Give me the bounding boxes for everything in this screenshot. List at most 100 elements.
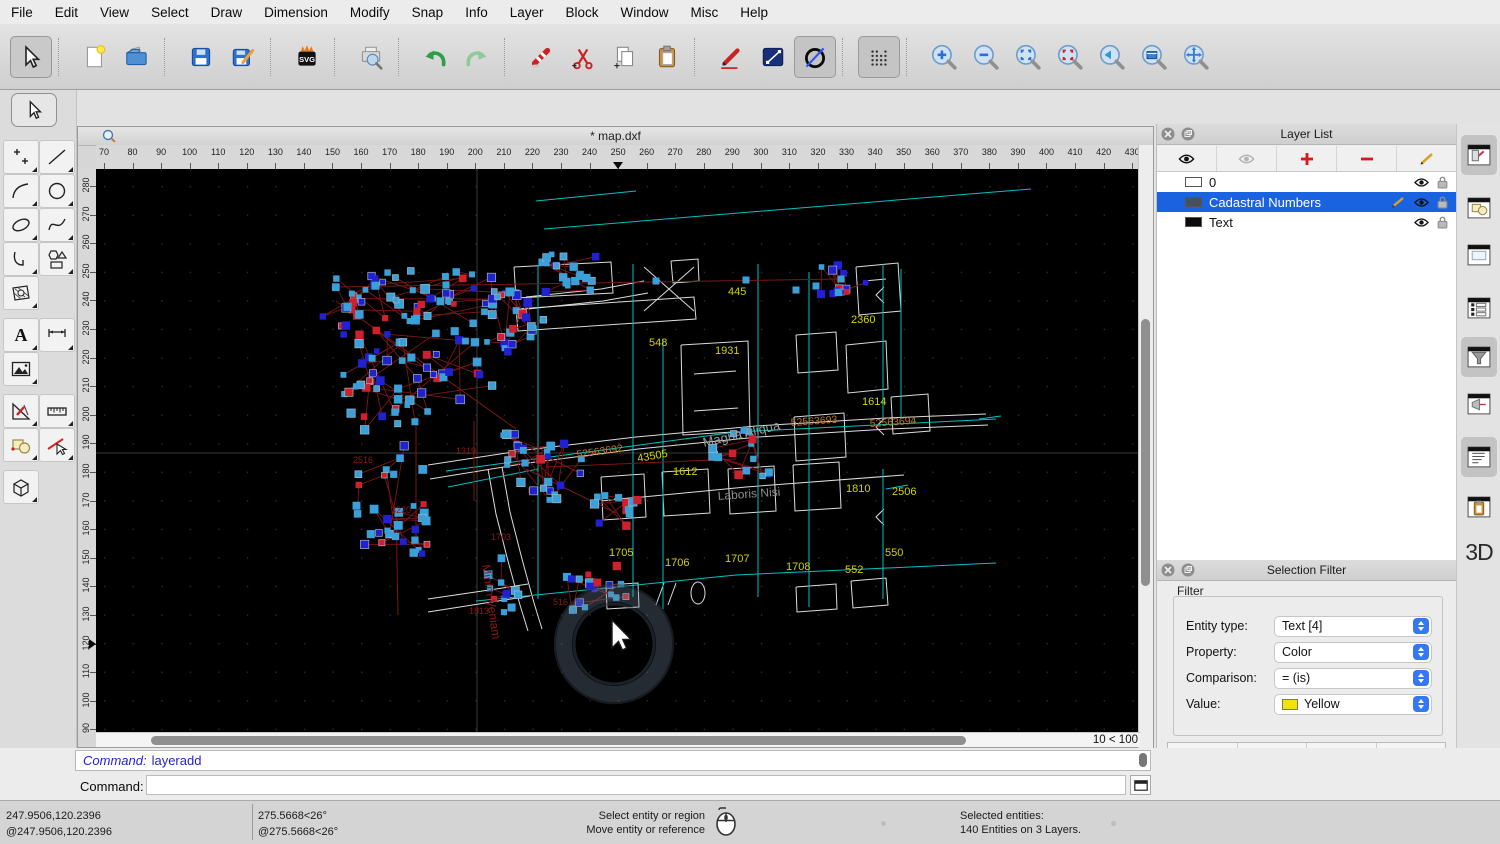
menu-block[interactable]: Block: [555, 5, 610, 20]
dock-toggle-pen-book[interactable]: [1461, 135, 1497, 175]
filter-dropdown-value[interactable]: Yellow: [1274, 693, 1432, 715]
layer-visibility-icon[interactable]: [1414, 217, 1429, 228]
layer-lock-icon[interactable]: [1437, 216, 1448, 229]
history-scrollbar-thumb[interactable]: [1139, 753, 1147, 767]
dock-toggle-library[interactable]: [1461, 235, 1497, 275]
dropdown-stepper-icon[interactable]: [1413, 670, 1429, 686]
menu-snap[interactable]: Snap: [401, 5, 455, 20]
dropdown-stepper-icon[interactable]: [1413, 618, 1429, 634]
edit-layer-button[interactable]: [1397, 146, 1456, 171]
tool-dimension[interactable]: [39, 318, 75, 352]
tool-shapes[interactable]: [39, 242, 75, 276]
dock-toggle-layer-list[interactable]: [1461, 288, 1497, 328]
show-all-layers-button[interactable]: [1157, 146, 1217, 171]
select-tool-button[interactable]: [10, 35, 52, 78]
menu-edit[interactable]: Edit: [44, 5, 89, 20]
dropdown-stepper-icon[interactable]: [1413, 696, 1429, 712]
tool-polyline[interactable]: [3, 242, 39, 276]
menu-view[interactable]: View: [89, 5, 140, 20]
float-panel-icon[interactable]: [1181, 127, 1195, 141]
zoom-pan-button[interactable]: [1174, 36, 1216, 78]
dropdown-stepper-icon[interactable]: [1413, 644, 1429, 660]
menu-help[interactable]: Help: [729, 5, 779, 20]
vertical-scrollbar-thumb[interactable]: [1141, 319, 1150, 586]
paste-button[interactable]: [646, 36, 688, 78]
command-history[interactable]: Command: layeradd: [75, 750, 1151, 771]
tool-text[interactable]: A: [3, 318, 39, 352]
layer-row-cadastral-numbers[interactable]: Cadastral Numbers: [1157, 192, 1456, 212]
tool-delete[interactable]: [39, 428, 75, 462]
dock-toggle-inspector[interactable]: [1461, 384, 1497, 424]
tool-spline[interactable]: [39, 208, 75, 242]
layer-lock-icon[interactable]: [1437, 176, 1448, 189]
export-svg-button[interactable]: SVG: [286, 36, 328, 78]
tool-hatch[interactable]: [3, 276, 39, 310]
float-panel-icon[interactable]: [1181, 563, 1195, 577]
zoom-auto-button[interactable]: [1006, 36, 1048, 78]
pen-edit-button[interactable]: [710, 36, 752, 78]
filter-dropdown-entitytype[interactable]: Text [4]: [1274, 615, 1432, 637]
tool-measure[interactable]: [39, 394, 75, 428]
drawing-canvas[interactable]: 445 2360 548 1931 1614 43505 1612 1705 1706 1707 1…: [96, 169, 1140, 734]
palette-select-tool[interactable]: [11, 93, 57, 127]
menu-misc[interactable]: Misc: [680, 5, 730, 20]
tool-block[interactable]: [3, 428, 39, 462]
layer-visibility-icon[interactable]: [1414, 197, 1429, 208]
save-as-button[interactable]: [222, 36, 264, 78]
vertical-scrollbar[interactable]: [1138, 145, 1153, 749]
add-layer-button[interactable]: [1277, 146, 1337, 171]
undo-button[interactable]: [414, 36, 456, 78]
close-icon[interactable]: [1161, 563, 1175, 577]
grid-toggle-button[interactable]: [858, 35, 900, 78]
zoom-window-button[interactable]: [1132, 36, 1174, 78]
layer-row-text[interactable]: Text: [1157, 212, 1456, 232]
print-preview-button[interactable]: [350, 36, 392, 78]
dock-toggle-selection-filter[interactable]: [1461, 337, 1497, 377]
menu-modify[interactable]: Modify: [339, 5, 401, 20]
menu-dimension[interactable]: Dimension: [253, 5, 339, 20]
tool-line[interactable]: [39, 140, 75, 174]
zoom-previous-button[interactable]: [1090, 36, 1132, 78]
open-file-button[interactable]: [116, 36, 158, 78]
zoom-in-button[interactable]: [922, 36, 964, 78]
dock-toggle-command-line[interactable]: [1461, 437, 1497, 477]
save-button[interactable]: [180, 36, 222, 78]
tool-image[interactable]: [3, 352, 39, 386]
layer-row-0[interactable]: 0: [1157, 172, 1456, 192]
new-file-button[interactable]: [74, 36, 116, 78]
menu-layer[interactable]: Layer: [499, 5, 555, 20]
layer-visibility-icon[interactable]: [1414, 177, 1429, 188]
3d-view-label[interactable]: 3D: [1457, 539, 1500, 566]
zoom-select-button[interactable]: [1048, 36, 1090, 78]
command-input[interactable]: [146, 775, 1126, 795]
dock-toggle-clipboard[interactable]: [1461, 487, 1497, 527]
line-tool-button[interactable]: [752, 36, 794, 78]
tool-cad-tools[interactable]: [3, 394, 39, 428]
redo-button[interactable]: [456, 36, 498, 78]
remove-layer-button[interactable]: [1337, 146, 1397, 171]
horizontal-scrollbar-thumb[interactable]: [151, 735, 966, 745]
menu-file[interactable]: File: [0, 5, 44, 20]
edit-pencil-icon[interactable]: [1391, 196, 1406, 208]
cut-button[interactable]: [562, 36, 604, 78]
layer-lock-icon[interactable]: [1437, 196, 1448, 209]
menu-info[interactable]: Info: [454, 5, 499, 20]
delete-button[interactable]: [520, 36, 562, 78]
command-window-toggle-button[interactable]: [1130, 775, 1151, 795]
menu-select[interactable]: Select: [140, 5, 200, 20]
tool-circle[interactable]: [39, 174, 75, 208]
copy-button[interactable]: [604, 36, 646, 78]
tool-arc[interactable]: [3, 174, 39, 208]
horizontal-scrollbar-track[interactable]: [96, 733, 1081, 747]
tool-ellipse[interactable]: [3, 208, 39, 242]
close-icon[interactable]: [1161, 127, 1175, 141]
circle-tool-button[interactable]: [794, 35, 836, 78]
horizontal-scrollbar[interactable]: 10 < 100: [96, 732, 1140, 747]
document-titlebar[interactable]: * map.dxf: [78, 127, 1153, 146]
menu-draw[interactable]: Draw: [200, 5, 254, 20]
hide-all-layers-button[interactable]: [1217, 146, 1277, 171]
tool-solid-3d[interactable]: [3, 470, 39, 504]
menu-window[interactable]: Window: [610, 5, 680, 20]
filter-dropdown-property[interactable]: Color: [1274, 641, 1432, 663]
dock-toggle-blocks[interactable]: [1461, 188, 1497, 228]
